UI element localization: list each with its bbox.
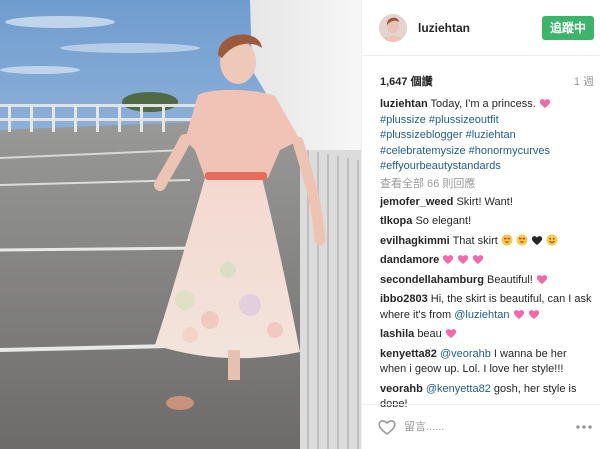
comment-item: tlkopa So elegant! [380,214,594,230]
comment-text: Skirt! Want! [456,195,513,208]
sparkling-heart-icon [539,99,550,108]
post-author-username[interactable]: luziehtan [418,21,470,35]
photo-image [0,0,361,449]
comment-username[interactable]: lashila [380,328,414,340]
like-count[interactable]: 1,647 個讚 [380,73,433,89]
heart-outline-icon[interactable] [377,417,397,437]
comment-username[interactable]: kenyetta82 [380,348,437,360]
hashtag-link[interactable]: #plussizeblogger [380,129,463,141]
mention-link[interactable]: @kenyetta82 [426,383,491,395]
more-options-icon[interactable] [574,418,594,436]
hashtag-link[interactable]: #plussizeoutfit [429,114,499,126]
comment-item: evilhagkimmi That skirt [380,234,594,250]
comment-item: secondellahamburg Beautiful! [380,273,594,289]
comment-username[interactable]: jemofer_weed [380,196,453,208]
comment-item: kenyetta82 @veorahb I wanna be her when … [380,347,594,378]
sparkling-heart-icon [473,255,484,264]
comment-username[interactable]: tlkopa [380,215,412,227]
hashtag-link[interactable]: #effyourbeautystandards [380,160,501,172]
smiling-face-icon [546,234,558,245]
post-header: luziehtan 追蹤中 [362,0,600,56]
comment-username[interactable]: ibbo2803 [380,293,428,305]
sparkling-heart-icon [445,329,456,338]
hashtag-link[interactable]: #plussize [380,114,426,126]
heart-eyes-face-icon [501,234,513,245]
mention-link[interactable]: @veorahb [440,348,491,360]
comment-text: So elegant! [415,215,472,227]
avatar[interactable] [379,14,407,42]
caption-text: Today, I'm a princess. [430,98,536,110]
sparkling-heart-icon [528,309,539,319]
post-stats: 1,647 個讚 1 週 [380,73,594,89]
comment-text: beau [417,328,442,340]
add-comment-input[interactable] [404,417,554,437]
post-caption: luziehtan Today, I'm a princess. #plussi… [380,97,594,175]
sparkling-heart-icon [443,255,454,264]
comment-username[interactable]: veorahb [380,383,423,395]
black-heart-icon [531,235,543,245]
following-button[interactable]: 追蹤中 [542,16,594,40]
comment-username[interactable]: secondellahamburg [380,274,484,286]
caption-username[interactable]: luziehtan [380,98,428,110]
view-all-comments-link[interactable]: 查看全部 66 則回應 [380,177,594,192]
sparkling-heart-icon [536,274,548,284]
post-details-panel: luziehtan 追蹤中 1,647 個讚 1 週 luziehtan Tod… [361,0,600,449]
sparkling-heart-icon [513,309,524,319]
hashtag-link[interactable]: #luziehtan [466,129,516,141]
mention-link[interactable]: @luziehtan [454,309,509,321]
avatar-image [379,14,407,42]
comment-item: ibbo2803 Hi, the skirt is beautiful, can… [380,292,594,323]
sparkling-heart-icon [458,255,469,264]
hashtag-link[interactable]: #honormycurves [469,145,550,157]
comment-username[interactable]: evilhagkimmi [380,235,450,247]
comments-section: luziehtan Today, I'm a princess. #plussi… [380,97,594,407]
heart-eyes-face-icon [516,234,528,245]
comment-text: Beautiful! [486,273,533,286]
post-age: 1 週 [573,76,594,88]
comment-item: jemofer_weed Skirt! Want! [380,195,594,211]
hashtag-link[interactable]: #celebratemysize [380,145,466,157]
comment-text: That skirt [452,234,498,247]
comment-username[interactable]: dandamore [380,254,439,266]
comment-item: dandamore [380,253,594,269]
post-actions-bar [362,404,600,449]
comment-item: lashila beau [380,327,594,343]
post-photo[interactable] [0,0,361,449]
